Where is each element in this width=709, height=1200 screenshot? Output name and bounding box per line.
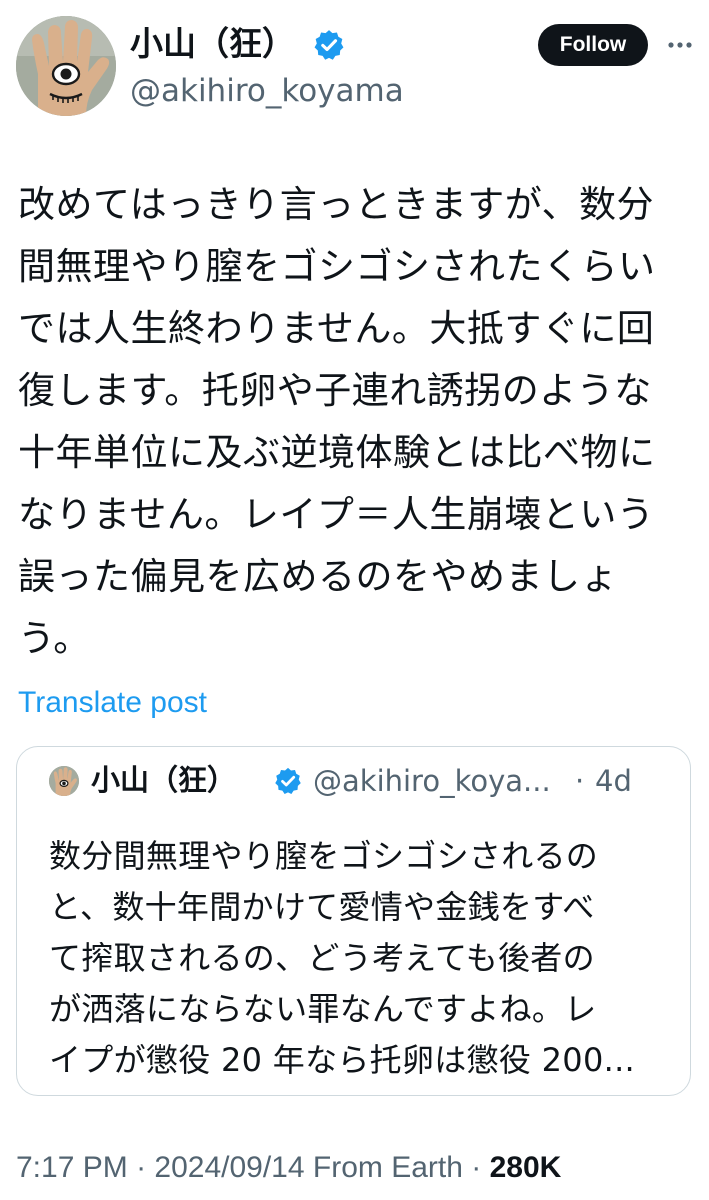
meta-separator: · [127, 1151, 155, 1184]
quoted-author-name: 小山（狂） [91, 763, 237, 797]
tweet-text-line: う。 [18, 617, 91, 660]
verified-badge-icon [312, 28, 346, 62]
hand-eye-avatar-icon [49, 766, 79, 796]
quoted-author-handle: @akihiro_koya... [313, 764, 551, 798]
verified-badge-icon [273, 766, 303, 796]
quoted-tweet-card[interactable]: 小山（狂） @akihiro_koya... · 4d 数分間無理やり膣をゴシゴ… [16, 746, 691, 1096]
tweet-text-line: 復します。托卵や子連れ誘拐のような [18, 369, 652, 412]
author-name[interactable]: 小山（狂） [130, 22, 295, 66]
quoted-tweet-text: 数分間無理やり膣をゴシゴシされるの と、数十年間かけて愛情や金銭をすべ て搾取さ… [49, 831, 669, 1086]
tweet-text-line: 十年単位に及ぶ逆境体験とは比べ物に [18, 431, 656, 474]
tweet-text-line: では人生終わりません。大抵すぐに回 [18, 307, 655, 350]
post-time[interactable]: 7:17 PM [16, 1151, 128, 1184]
author-avatar[interactable] [16, 16, 116, 116]
follow-button[interactable]: Follow [538, 24, 648, 66]
post-source: From Earth [304, 1151, 463, 1184]
quoted-separator: · [575, 764, 585, 798]
quoted-text-line: と、数十年間かけて愛情や金銭をすべ [49, 888, 595, 926]
more-options-icon[interactable] [666, 31, 694, 59]
tweet-metadata: 7:17 PM · 2024/09/14 From Earth · 280K [16, 1147, 561, 1189]
tweet-text-line: 改めてはっきり言っときますが、数分 [18, 183, 655, 226]
author-handle[interactable]: @akihiro_koyama [130, 70, 404, 112]
quoted-text-line: イプが懲役 20 年なら托卵は懲役 200... [49, 1041, 636, 1079]
hand-eye-avatar-icon [16, 16, 116, 116]
quoted-author-avatar [49, 766, 79, 796]
quoted-text-line: 数分間無理やり膣をゴシゴシされるの [49, 837, 599, 875]
meta-separator: · [462, 1151, 490, 1184]
tweet-text-line: 誤った偏見を広めるのをやめましょ [18, 555, 618, 598]
translate-post-link[interactable]: Translate post [18, 682, 207, 724]
tweet-text: 改めてはっきり言っときますが、数分 間無理やり膣をゴシゴシされたくらい では人生… [18, 174, 690, 670]
quoted-timestamp: 4d [595, 764, 632, 798]
tweet-text-line: なりません。レイプ＝人生崩壊という [18, 493, 655, 536]
post-date[interactable]: 2024/09/14 [154, 1151, 304, 1184]
view-count[interactable]: 280K [490, 1151, 562, 1184]
tweet-text-line: 間無理やり膣をゴシゴシされたくらい [18, 245, 656, 288]
quoted-text-line: が洒落にならない罪なんですよね。レ [49, 990, 597, 1028]
quoted-text-line: て搾取されるの、どう考えても後者の [49, 939, 595, 977]
